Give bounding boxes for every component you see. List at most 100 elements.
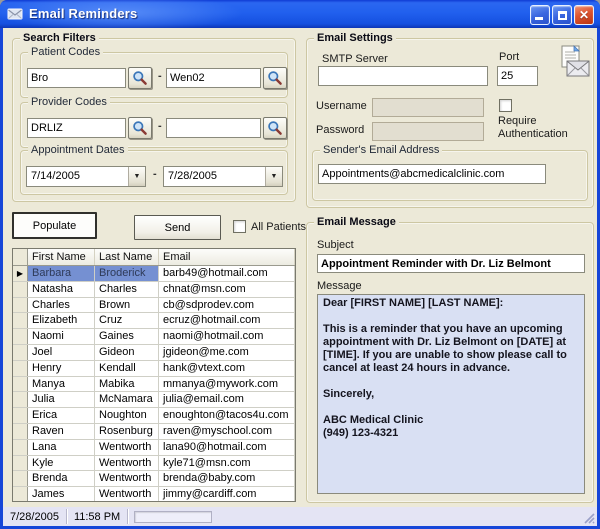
table-cell[interactable]: mmanya@mywork.com	[159, 377, 295, 392]
table-cell[interactable]: hank@vtext.com	[159, 361, 295, 376]
table-row[interactable]: EricaNoughtonenoughton@tacos4u.com	[13, 408, 295, 424]
table-cell[interactable]: jimmy@cardiff.com	[159, 487, 295, 502]
password-input[interactable]	[372, 122, 484, 141]
table-cell[interactable]: Brenda	[28, 471, 95, 486]
close-button[interactable]: ✕	[574, 5, 594, 25]
row-indicator[interactable]	[13, 392, 28, 407]
table-cell[interactable]: Wentworth	[95, 456, 159, 471]
all-patients-checkbox[interactable]	[233, 220, 246, 233]
table-cell[interactable]: Charles	[28, 298, 95, 313]
column-header-first-name[interactable]: First Name	[28, 249, 95, 265]
row-indicator[interactable]: ▶	[13, 266, 28, 281]
table-cell[interactable]: Charles	[95, 282, 159, 297]
table-row[interactable]: KyleWentworthkyle71@msn.com	[13, 456, 295, 472]
patient-code-to-lookup-button[interactable]	[263, 67, 287, 89]
patient-code-to-input[interactable]	[166, 68, 261, 88]
table-cell[interactable]: Erica	[28, 408, 95, 423]
chevron-down-icon[interactable]: ▼	[128, 167, 145, 186]
provider-code-to-input[interactable]	[166, 118, 261, 138]
table-cell[interactable]: raven@myschool.com	[159, 424, 295, 439]
message-textarea[interactable]: Dear [FIRST NAME] [LAST NAME]: This is a…	[317, 294, 585, 494]
row-indicator[interactable]	[13, 471, 28, 486]
table-cell[interactable]: Natasha	[28, 282, 95, 297]
provider-code-to-lookup-button[interactable]	[263, 117, 287, 139]
table-row[interactable]: ElizabethCruzecruz@hotmail.com	[13, 313, 295, 329]
row-indicator[interactable]	[13, 424, 28, 439]
title-bar[interactable]: Email Reminders ✕	[0, 0, 600, 28]
table-cell[interactable]: julia@email.com	[159, 392, 295, 407]
table-cell[interactable]: Elizabeth	[28, 313, 95, 328]
send-button[interactable]: Send	[134, 215, 221, 240]
sender-email-input[interactable]	[318, 164, 546, 184]
patient-code-from-lookup-button[interactable]	[128, 67, 152, 89]
table-cell[interactable]: James	[28, 487, 95, 502]
subject-input[interactable]	[317, 254, 585, 273]
row-indicator[interactable]	[13, 345, 28, 360]
table-row[interactable]: JoelGideonjgideon@me.com	[13, 345, 295, 361]
table-cell[interactable]: Noughton	[95, 408, 159, 423]
table-row[interactable]: LanaWentworthlana90@hotmail.com	[13, 440, 295, 456]
table-cell[interactable]: Rosenburg	[95, 424, 159, 439]
table-cell[interactable]: lana90@hotmail.com	[159, 440, 295, 455]
table-cell[interactable]: Wentworth	[95, 471, 159, 486]
row-indicator[interactable]	[13, 377, 28, 392]
table-cell[interactable]: Henry	[28, 361, 95, 376]
table-cell[interactable]: enoughton@tacos4u.com	[159, 408, 295, 423]
resize-grip-icon[interactable]	[583, 512, 596, 525]
column-header-last-name[interactable]: Last Name	[95, 249, 159, 265]
table-row[interactable]: CharlesBrowncb@sdprodev.com	[13, 298, 295, 314]
row-indicator[interactable]	[13, 282, 28, 297]
require-auth-checkbox[interactable]	[499, 99, 512, 112]
port-input[interactable]	[497, 66, 538, 86]
row-indicator[interactable]	[13, 329, 28, 344]
maximize-button[interactable]	[552, 5, 572, 25]
table-cell[interactable]: Lana	[28, 440, 95, 455]
column-header-email[interactable]: Email	[159, 249, 295, 265]
table-cell[interactable]: McNamara	[95, 392, 159, 407]
table-cell[interactable]: Raven	[28, 424, 95, 439]
date-from-picker[interactable]: 7/14/2005 ▼	[26, 166, 146, 187]
table-cell[interactable]: Julia	[28, 392, 95, 407]
table-cell[interactable]: Mabika	[95, 377, 159, 392]
row-indicator[interactable]	[13, 487, 28, 502]
table-cell[interactable]: kyle71@msn.com	[159, 456, 295, 471]
row-indicator[interactable]	[13, 361, 28, 376]
table-cell[interactable]: Gideon	[95, 345, 159, 360]
table-cell[interactable]: naomi@hotmail.com	[159, 329, 295, 344]
provider-code-from-lookup-button[interactable]	[128, 117, 152, 139]
table-cell[interactable]: Brown	[95, 298, 159, 313]
username-input[interactable]	[372, 98, 484, 117]
populate-button[interactable]: Populate	[12, 212, 97, 239]
table-cell[interactable]: Wentworth	[95, 487, 159, 502]
table-cell[interactable]: cb@sdprodev.com	[159, 298, 295, 313]
patient-code-from-input[interactable]	[27, 68, 126, 88]
row-indicator[interactable]	[13, 456, 28, 471]
row-indicator[interactable]	[13, 313, 28, 328]
table-cell[interactable]: Cruz	[95, 313, 159, 328]
table-cell[interactable]: Manya	[28, 377, 95, 392]
minimize-button[interactable]	[530, 5, 550, 25]
table-row[interactable]: JamesWentworthjimmy@cardiff.com	[13, 487, 295, 502]
table-cell[interactable]: Barbara	[28, 266, 95, 281]
table-row[interactable]: ManyaMabikammanya@mywork.com	[13, 377, 295, 393]
table-cell[interactable]: barb49@hotmail.com	[159, 266, 295, 281]
table-cell[interactable]: Wentworth	[95, 440, 159, 455]
table-cell[interactable]: Naomi	[28, 329, 95, 344]
table-row[interactable]: ▶BarbaraBroderickbarb49@hotmail.com	[13, 266, 295, 282]
table-row[interactable]: HenryKendallhank@vtext.com	[13, 361, 295, 377]
table-cell[interactable]: Joel	[28, 345, 95, 360]
table-row[interactable]: NatashaCharleschnat@msn.com	[13, 282, 295, 298]
table-row[interactable]: RavenRosenburgraven@myschool.com	[13, 424, 295, 440]
row-indicator[interactable]	[13, 408, 28, 423]
table-cell[interactable]: chnat@msn.com	[159, 282, 295, 297]
chevron-down-icon[interactable]: ▼	[265, 167, 282, 186]
table-cell[interactable]: Broderick	[95, 266, 159, 281]
row-indicator[interactable]	[13, 440, 28, 455]
row-indicator[interactable]	[13, 298, 28, 313]
date-to-picker[interactable]: 7/28/2005 ▼	[163, 166, 283, 187]
table-row[interactable]: BrendaWentworthbrenda@baby.com	[13, 471, 295, 487]
table-cell[interactable]: Gaines	[95, 329, 159, 344]
table-cell[interactable]: Kendall	[95, 361, 159, 376]
table-cell[interactable]: brenda@baby.com	[159, 471, 295, 486]
table-row[interactable]: JuliaMcNamarajulia@email.com	[13, 392, 295, 408]
